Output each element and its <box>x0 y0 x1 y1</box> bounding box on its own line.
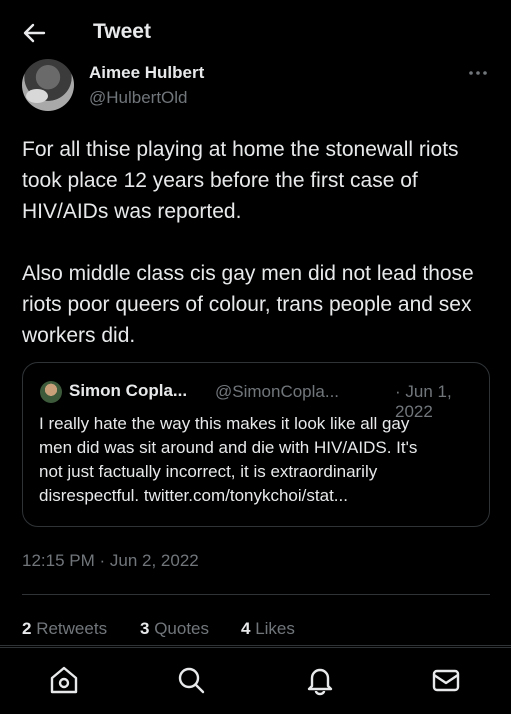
nav-messages[interactable] <box>430 664 462 696</box>
likes-label: Likes <box>255 619 295 638</box>
nav-divider <box>0 645 511 646</box>
more-options-button[interactable] <box>466 66 490 78</box>
back-button[interactable] <box>20 20 50 46</box>
likes-stat[interactable]: 4 Likes <box>241 619 295 639</box>
nav-search[interactable] <box>175 664 207 696</box>
quote-author-name: Simon Copla... <box>69 381 188 400</box>
bottom-navigation <box>0 647 511 714</box>
quote-text: I really hate the way this makes it look… <box>39 414 418 505</box>
quote-author-avatar <box>40 381 62 403</box>
quotes-stat[interactable]: 3 Quotes <box>140 619 209 639</box>
quoted-tweet[interactable]: Simon Copla... @SimonCopla... · Jun 1, 2… <box>22 362 490 527</box>
bell-icon <box>307 668 333 696</box>
tweet-text: For all thise playing at home the stonew… <box>22 138 474 347</box>
arrow-left-icon <box>23 23 46 43</box>
nav-home[interactable] <box>48 664 80 696</box>
author-name[interactable]: Aimee Hulbert <box>89 63 204 83</box>
home-icon <box>50 666 78 694</box>
author-avatar[interactable] <box>22 59 74 111</box>
page-title: Tweet <box>93 20 151 43</box>
retweets-count: 2 <box>22 619 32 638</box>
retweets-label: Retweets <box>36 619 108 638</box>
avatar-photo-detail <box>26 89 48 103</box>
likes-count: 4 <box>241 619 251 638</box>
quote-author-handle: @SimonCopla... <box>215 382 340 401</box>
divider <box>22 594 490 595</box>
top-bar: Tweet <box>0 0 511 62</box>
tweet-timestamp[interactable]: 12:15 PM · Jun 2, 2022 <box>22 551 199 571</box>
author-handle[interactable]: @HulbertOld <box>89 88 188 108</box>
quotes-label: Quotes <box>154 619 210 638</box>
more-horizontal-icon <box>469 71 487 75</box>
nav-notifications[interactable] <box>304 664 336 696</box>
retweets-stat[interactable]: 2 Retweets <box>22 619 107 639</box>
quotes-count: 3 <box>140 619 150 638</box>
search-icon <box>178 667 205 694</box>
mail-icon <box>432 669 460 692</box>
